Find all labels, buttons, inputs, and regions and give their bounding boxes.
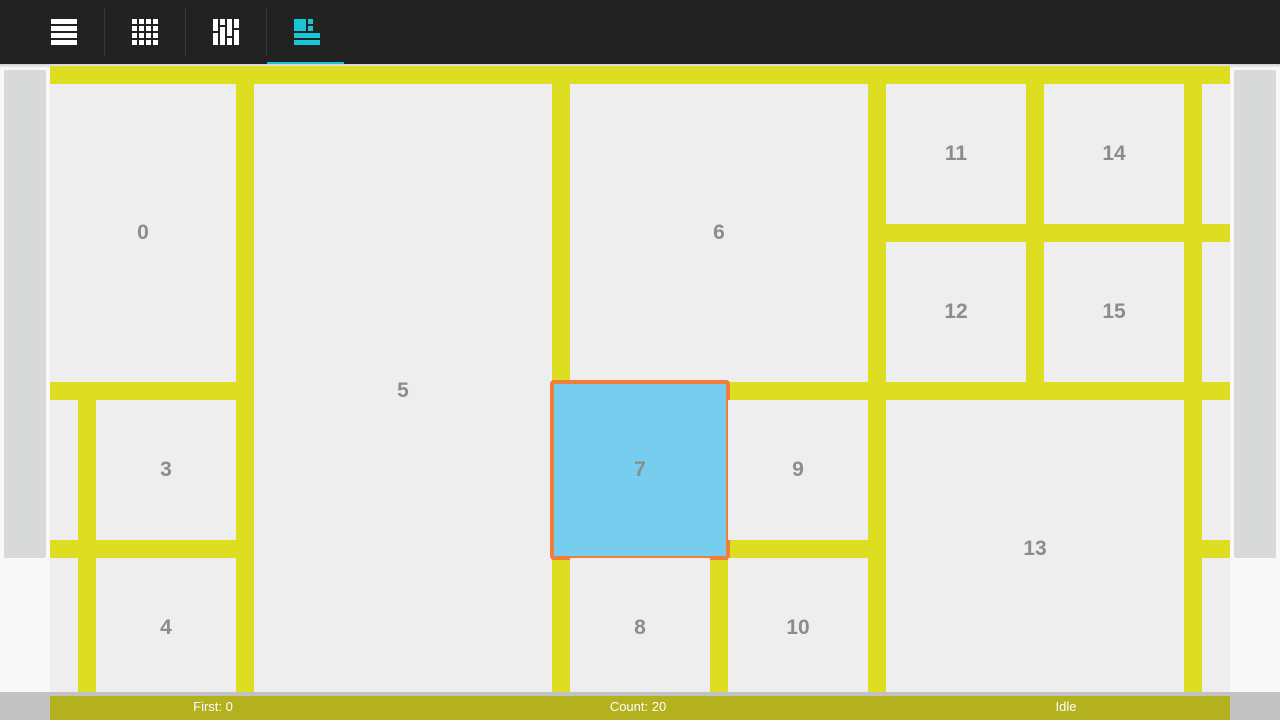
grid-icon [132,19,158,45]
staggered-view-button[interactable] [186,0,266,64]
item-count-label: Count: 20 [609,699,667,714]
grid-item[interactable]: 3 [96,400,236,540]
item-label: 12 [944,300,968,323]
grid-item[interactable]: 12 [886,242,1026,382]
grid-item-partial[interactable] [1202,400,1230,540]
grid-item[interactable]: 8 [570,558,710,698]
staggered-grid-icon [213,19,239,45]
grid-item[interactable]: 10 [728,558,868,698]
grid-item-partial[interactable] [50,558,78,698]
right-edge-glow [1234,70,1276,558]
grid-item[interactable]: 9 [728,400,868,540]
item-label: 4 [160,616,172,639]
spannable-view-button[interactable] [267,0,347,64]
item-label: 9 [792,458,804,481]
grid-item[interactable]: 4 [96,558,236,698]
grid-item[interactable]: 0 [50,84,236,382]
grid-item[interactable]: 14 [1044,84,1184,224]
grid-item[interactable]: 11 [886,84,1026,224]
item-label: 14 [1102,142,1126,165]
toolbar [0,0,1280,64]
grid-item-partial[interactable] [1202,84,1230,224]
grid-item[interactable]: 15 [1044,242,1184,382]
item-label: 15 [1102,300,1126,323]
item-label: 11 [944,142,968,165]
spannable-grid[interactable]: 0 3 4 5 6 7 8 9 10 11 12 13 14 15 [50,66,1230,720]
grid-item[interactable]: 6 [570,84,868,382]
list-icon [51,19,77,45]
grid-item[interactable]: 5 [254,84,552,698]
grid-item-partial[interactable] [50,400,78,540]
left-edge-glow [4,70,46,558]
item-label: 5 [397,379,409,402]
item-label: 8 [634,616,646,639]
item-label: 3 [160,458,172,481]
grid-item-partial[interactable] [1202,558,1230,698]
grid-item-partial[interactable] [1202,242,1230,382]
item-label: 13 [1023,537,1047,560]
grid-item[interactable]: 13 [886,400,1184,698]
scroll-state-label: Idle [1055,699,1077,714]
item-label: 6 [713,221,725,244]
item-label: 10 [786,616,810,639]
item-label: 7 [634,458,646,481]
item-label: 0 [137,221,149,244]
grid-item-selected[interactable]: 7 [550,380,730,560]
spannable-grid-icon [294,19,320,45]
first-visible-label: First: 0 [193,699,233,714]
grid-view-button[interactable] [105,0,185,64]
list-view-button[interactable] [24,0,104,64]
